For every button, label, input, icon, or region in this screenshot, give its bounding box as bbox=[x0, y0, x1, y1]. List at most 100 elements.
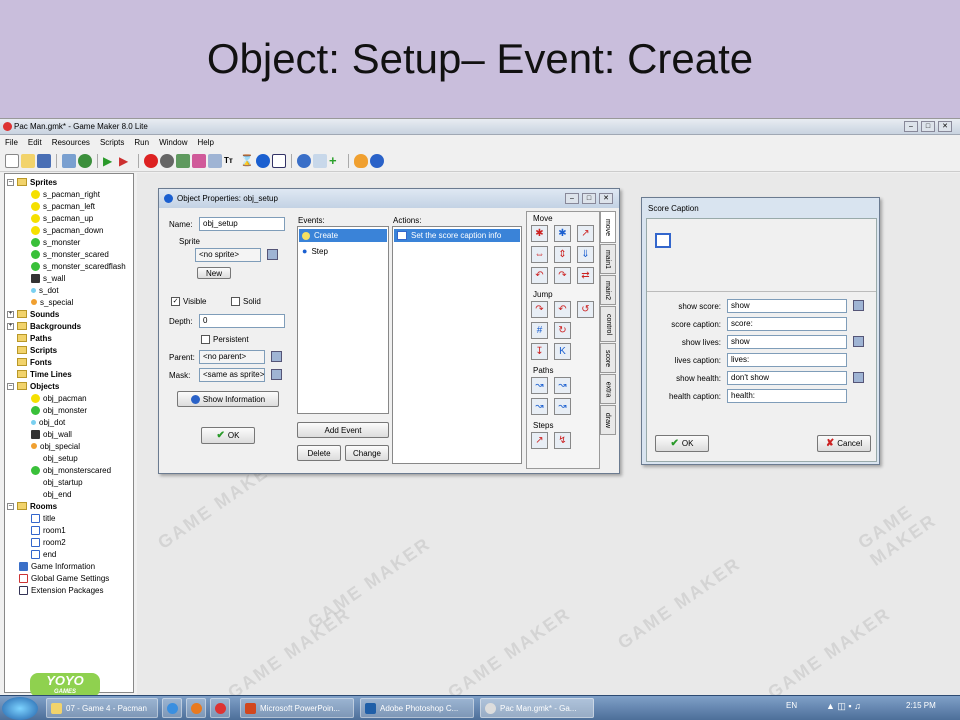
tree-objects[interactable]: Objects bbox=[30, 382, 59, 391]
add-timeline-icon[interactable]: ⌛ bbox=[240, 154, 254, 168]
global-settings-icon[interactable] bbox=[313, 153, 327, 168]
new-icon[interactable] bbox=[5, 153, 19, 168]
collapse-icon[interactable]: – bbox=[7, 502, 14, 510]
jump-to-start-icon[interactable]: ↶ bbox=[554, 301, 571, 318]
menu-resources[interactable]: Resources bbox=[52, 138, 90, 147]
action-set-score-caption[interactable]: Set the score caption info bbox=[394, 229, 520, 242]
add-background-icon[interactable] bbox=[176, 153, 190, 168]
event-create[interactable]: Create bbox=[299, 229, 387, 242]
end-path-icon[interactable]: ↝ bbox=[554, 377, 571, 394]
task-ie[interactable] bbox=[162, 698, 182, 718]
minimize-icon[interactable]: – bbox=[565, 193, 579, 204]
tree-fonts[interactable]: Fonts bbox=[30, 358, 52, 367]
tree-item[interactable]: s_pacman_left bbox=[43, 202, 95, 211]
tree-item[interactable]: s_pacman_right bbox=[43, 190, 100, 199]
extensions-icon[interactable]: + bbox=[329, 153, 343, 168]
delete-event-button[interactable]: Delete bbox=[297, 445, 341, 461]
tree-timelines[interactable]: Time Lines bbox=[30, 370, 72, 379]
game-info-icon[interactable] bbox=[297, 153, 311, 168]
jump-to-position-icon[interactable]: ↷ bbox=[531, 301, 548, 318]
move-to-contact-icon[interactable]: ↧ bbox=[531, 343, 548, 360]
open-icon[interactable] bbox=[21, 153, 35, 168]
tree-item[interactable]: obj_dot bbox=[39, 418, 65, 427]
debug-icon[interactable]: ▶ bbox=[119, 154, 133, 168]
start-button[interactable] bbox=[2, 697, 38, 720]
move-fixed-icon[interactable]: ✱ bbox=[531, 225, 548, 242]
path-speed-icon[interactable]: ↝ bbox=[554, 398, 571, 415]
tree-extensions[interactable]: Extension Packages bbox=[31, 586, 104, 595]
create-executable-icon[interactable] bbox=[62, 153, 76, 168]
add-path-icon[interactable] bbox=[192, 153, 206, 168]
parent-select[interactable]: <no parent> bbox=[199, 350, 265, 364]
task-powerpoint[interactable]: Microsoft PowerPoin... bbox=[240, 698, 354, 718]
tree-item[interactable]: s_pacman_down bbox=[43, 226, 103, 235]
step-towards-icon[interactable]: ↗ bbox=[531, 432, 548, 449]
tree-item[interactable]: title bbox=[43, 514, 55, 523]
set-friction-icon[interactable]: ⇄ bbox=[577, 267, 594, 284]
task-chrome[interactable] bbox=[210, 698, 230, 718]
persistent-checkbox[interactable] bbox=[201, 335, 210, 344]
bounce-icon[interactable]: K bbox=[554, 343, 571, 360]
tree-item[interactable]: obj_monster bbox=[43, 406, 87, 415]
clock[interactable]: 2:15 PM bbox=[906, 701, 936, 710]
menu-icon[interactable] bbox=[853, 300, 864, 311]
maximize-icon[interactable]: □ bbox=[921, 121, 935, 132]
tab-main2[interactable]: main2 bbox=[600, 275, 616, 305]
speed-horizontal-icon[interactable]: ⇔ bbox=[531, 246, 548, 263]
show-health-select[interactable]: don't show bbox=[727, 371, 847, 385]
tree-item[interactable]: s_pacman_up bbox=[43, 214, 93, 223]
cancel-button[interactable]: ✘ Cancel bbox=[817, 435, 871, 452]
ok-button[interactable]: ✔ OK bbox=[655, 435, 709, 452]
tree-item[interactable]: s_monster_scared bbox=[43, 250, 109, 259]
tree-item[interactable]: obj_startup bbox=[43, 478, 83, 487]
language-indicator[interactable]: EN bbox=[786, 701, 797, 710]
tab-move[interactable]: move bbox=[600, 211, 616, 243]
move-towards-icon[interactable]: ↗ bbox=[577, 225, 594, 242]
expand-icon[interactable]: + bbox=[7, 310, 14, 318]
tree-scripts[interactable]: Scripts bbox=[30, 346, 57, 355]
tray-icons[interactable]: ▲ ◫ ▪ ♫ bbox=[826, 701, 861, 712]
menu-file[interactable]: File bbox=[5, 138, 18, 147]
tree-item[interactable]: obj_monsterscared bbox=[43, 466, 111, 475]
move-free-icon[interactable]: ✱ bbox=[554, 225, 571, 242]
tree-global-settings[interactable]: Global Game Settings bbox=[31, 574, 109, 583]
tab-extra[interactable]: extra bbox=[600, 374, 616, 404]
publish-icon[interactable] bbox=[78, 153, 92, 168]
path-position-icon[interactable]: ↝ bbox=[531, 398, 548, 415]
speed-vertical-icon[interactable]: ⇕ bbox=[554, 246, 571, 263]
close-icon[interactable]: ✕ bbox=[599, 193, 613, 204]
tree-item[interactable]: s_wall bbox=[43, 274, 65, 283]
name-input[interactable]: obj_setup bbox=[199, 217, 285, 231]
add-script-icon[interactable] bbox=[208, 153, 222, 168]
solid-checkbox[interactable] bbox=[231, 297, 240, 306]
tree-item[interactable]: s_monster bbox=[43, 238, 80, 247]
tree-sounds[interactable]: Sounds bbox=[30, 310, 59, 319]
mask-select[interactable]: <same as sprite> bbox=[199, 368, 265, 382]
tree-item[interactable]: s_special bbox=[40, 298, 73, 307]
mask-menu-icon[interactable] bbox=[271, 369, 282, 380]
help-icon[interactable] bbox=[370, 153, 384, 168]
maximize-icon[interactable]: □ bbox=[582, 193, 596, 204]
step-avoiding-icon[interactable]: ↯ bbox=[554, 432, 571, 449]
tree-item[interactable]: s_monster_scaredflash bbox=[43, 262, 126, 271]
wrap-screen-icon[interactable]: ↻ bbox=[554, 322, 571, 339]
add-event-button[interactable]: Add Event bbox=[297, 422, 389, 438]
task-photoshop[interactable]: Adobe Photoshop C... bbox=[360, 698, 474, 718]
expand-icon[interactable]: + bbox=[7, 322, 14, 330]
collapse-icon[interactable]: – bbox=[7, 178, 14, 186]
tab-main1[interactable]: main1 bbox=[600, 244, 616, 274]
tab-control[interactable]: control bbox=[600, 306, 616, 342]
reverse-vertical-icon[interactable]: ↷ bbox=[554, 267, 571, 284]
add-font-icon[interactable]: Tт bbox=[224, 154, 238, 168]
change-event-button[interactable]: Change bbox=[345, 445, 389, 461]
show-lives-select[interactable]: show bbox=[727, 335, 847, 349]
jump-random-icon[interactable]: ↺ bbox=[577, 301, 594, 318]
menu-window[interactable]: Window bbox=[159, 138, 187, 147]
tab-draw[interactable]: draw bbox=[600, 405, 616, 435]
collapse-icon[interactable]: – bbox=[7, 382, 14, 390]
close-icon[interactable]: ✕ bbox=[938, 121, 952, 132]
save-icon[interactable] bbox=[37, 153, 51, 168]
new-sprite-button[interactable]: New bbox=[197, 267, 231, 279]
add-sprite-icon[interactable] bbox=[144, 153, 158, 168]
menu-scripts[interactable]: Scripts bbox=[100, 138, 124, 147]
